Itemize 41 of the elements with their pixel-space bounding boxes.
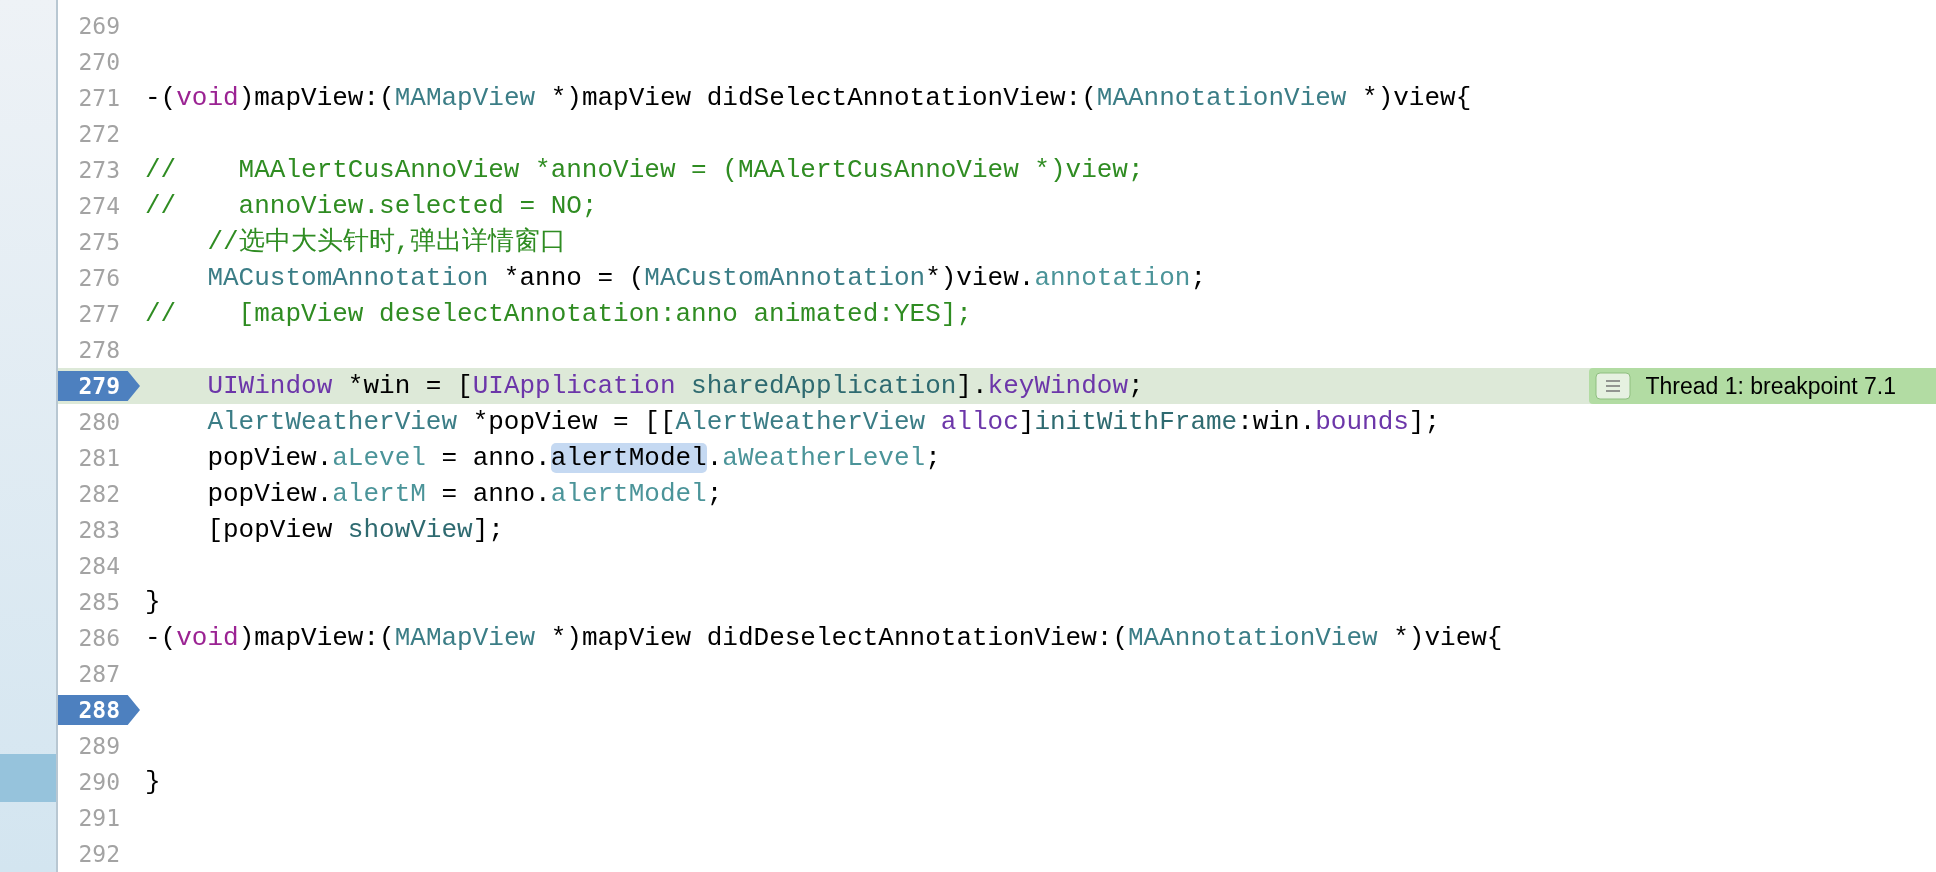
line-number: 292: [77, 839, 120, 869]
line-number: 274: [77, 191, 120, 221]
code-line: }: [145, 766, 161, 798]
line-number: 290: [77, 767, 120, 797]
line-number: 289: [77, 731, 120, 761]
lines-icon[interactable]: [1595, 372, 1632, 400]
code-line: MACustomAnnotation *anno = (MACustomAnnotation*)view.annotation;: [206, 262, 1206, 294]
selected-row-highlight: [0, 754, 56, 802]
line-number: 271: [77, 83, 120, 113]
code-line: }: [145, 586, 161, 618]
code-line: UIWindow *win = [UIApplication sharedApplication].keyWindow;: [206, 370, 1144, 402]
code-line: // annoView.selected = NO;: [145, 190, 598, 222]
line-number: 282: [77, 479, 120, 509]
line-number: 291: [77, 803, 120, 833]
breakpoint-marker[interactable]: 279: [58, 371, 140, 401]
breakpoint-marker[interactable]: 288: [58, 695, 140, 725]
code-line: [popView showView];: [206, 514, 504, 546]
line-number: 278: [77, 335, 120, 365]
line-number: 272: [77, 119, 120, 149]
code-line: popView.aLevel = anno.alertModel.aWeatherLevel;: [206, 442, 941, 474]
line-number: 273: [77, 155, 120, 185]
line-number: 270: [77, 47, 120, 77]
annotation-text: Thread 1: breakpoint 7.1: [1645, 371, 1896, 401]
code-line: // MAAlertCusAnnoView *annoView = (MAAlertCusAnnoView *)view;: [145, 154, 1144, 186]
line-number: 285: [77, 587, 120, 617]
code-line: -(void)mapView:(MAMapView *)mapView didSelectAnnotationView:(MAAnnotationView *)view{: [145, 82, 1472, 114]
code-line: -(void)mapView:(MAMapView *)mapView didDeselectAnnotationView:(MAAnnotationView *)view{: [145, 622, 1503, 654]
code-line: //选中大头针时,弹出详情窗口: [206, 226, 567, 258]
line-number: 286: [77, 623, 120, 653]
line-number: 280: [77, 407, 120, 437]
line-number: 276: [77, 263, 120, 293]
line-number: 283: [77, 515, 120, 545]
line-number: 277: [77, 299, 120, 329]
line-number: 269: [77, 11, 120, 41]
code-line: AlertWeatherView *popView = [[AlertWeatherView alloc]initWithFrame:win.bounds];: [206, 406, 1441, 438]
line-number: 287: [77, 659, 120, 689]
code-line: popView.alertM = anno.alertModel;: [206, 478, 723, 510]
code-line: // [mapView deselectAnnotation:anno animated:YES];: [145, 298, 972, 330]
line-number: 284: [77, 551, 120, 581]
line-number: 281: [77, 443, 120, 473]
line-number: 275: [77, 227, 120, 257]
